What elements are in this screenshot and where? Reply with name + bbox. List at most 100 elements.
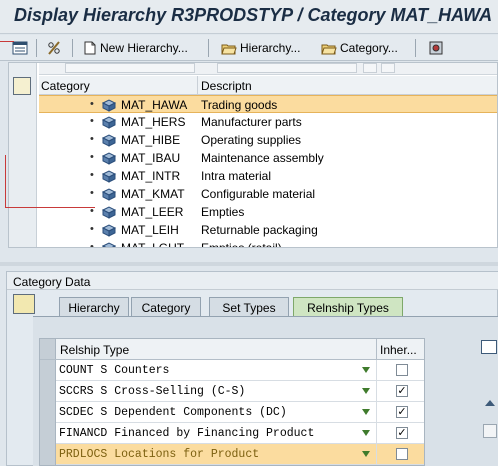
hierarchy-tree-panel: Category Descriptn • MAT_HAWA Trading good… [8, 62, 498, 248]
annotation-line [0, 41, 14, 42]
open-folder-icon [221, 44, 237, 54]
tree-header-strip [39, 63, 497, 75]
category-code: MAT_HIBE [121, 133, 181, 147]
table-row[interactable]: COUNT S Counters [40, 360, 424, 381]
table-row[interactable]: SCCRS S Cross-Selling (C-S) ✓ [40, 381, 424, 402]
column-layout-icon[interactable] [481, 340, 497, 354]
open-folder-icon [321, 44, 337, 54]
tree-bullet: • [90, 98, 94, 110]
row-selector[interactable] [40, 381, 56, 402]
category-code: MAT_KMAT [121, 187, 185, 201]
row-selector[interactable] [40, 360, 56, 381]
pencil-glasses-icon [48, 41, 60, 55]
tab-relnship-types[interactable]: Relnship Types [293, 297, 403, 317]
tree-row[interactable]: • MAT_HAWA Trading goods [39, 95, 497, 113]
category-cube-icon [101, 224, 117, 237]
tree-bullet: • [90, 169, 94, 181]
dropdown-arrow-icon[interactable] [362, 430, 370, 436]
tree-row[interactable]: • MAT_LGUT Empties (retail) [39, 239, 497, 248]
relship-type-value[interactable]: PRDLOCS Locations for Product [59, 448, 259, 461]
panel-splitter[interactable] [0, 262, 498, 266]
category-cube-icon [101, 99, 117, 112]
toolbar-separator [36, 39, 37, 57]
settings-gear-icon [429, 41, 443, 55]
inherited-checkbox[interactable]: ✓ [396, 385, 408, 397]
tree-row[interactable]: • MAT_KMAT Configurable material [39, 185, 497, 203]
edit-toggle-button[interactable] [46, 38, 64, 58]
category-description: Trading goods [201, 98, 278, 112]
toolbar-separator [415, 39, 416, 57]
relationship-types-table: Relship Type Inher... COUNT S Counters SC… [39, 338, 425, 466]
annotation-line [5, 207, 95, 208]
display-list-button[interactable] [12, 38, 28, 58]
table-row[interactable]: FINANCD Financed by Financing Product ✓ [40, 423, 424, 444]
category-code: MAT_LGUT [121, 241, 185, 248]
expand-tree-icon[interactable] [13, 77, 31, 95]
category-code: MAT_HAWA [121, 98, 188, 112]
scroll-up-icon[interactable] [485, 400, 495, 406]
row-selector[interactable] [40, 402, 56, 423]
toolbar-separator [72, 39, 73, 57]
relship-type-value[interactable]: FINANCD Financed by Financing Product [59, 427, 314, 440]
tab-set-types[interactable]: Set Types [209, 297, 289, 317]
category-column-header[interactable]: Category [41, 79, 90, 93]
new-hierarchy-label: New Hierarchy... [100, 41, 188, 55]
category-description: Intra material [201, 169, 272, 183]
tree-bullet: • [90, 223, 94, 235]
inherited-checkbox[interactable] [396, 364, 408, 376]
page-title: Display Hierarchy R3PRODSTYP / Category … [14, 5, 493, 25]
inherited-checkbox[interactable]: ✓ [396, 406, 408, 418]
description-column-header[interactable]: Descriptn [201, 79, 252, 93]
tab-hierarchy[interactable]: Hierarchy [59, 297, 129, 317]
tree-bullet: • [90, 133, 94, 145]
scrollbar-thumb[interactable] [483, 424, 497, 438]
detail-toggle-icon[interactable] [13, 294, 35, 314]
table-header: Relship Type Inher... [40, 339, 424, 360]
open-hierarchy-button[interactable]: Hierarchy... [221, 38, 300, 58]
table-row[interactable]: SCDEC S Dependent Components (DC) ✓ [40, 402, 424, 423]
tree-bullet: • [90, 115, 94, 127]
tree-row[interactable]: • MAT_LEIH Returnable packaging [39, 221, 497, 239]
tree-row[interactable]: • MAT_HIBE Operating supplies [39, 131, 497, 149]
new-hierarchy-button[interactable]: New Hierarchy... [84, 38, 188, 58]
tree-row[interactable]: • MAT_IBAU Maintenance assembly [39, 149, 497, 167]
category-description: Configurable material [201, 187, 316, 201]
table-side-tools [479, 340, 498, 460]
settings-button[interactable] [428, 38, 444, 58]
row-selector[interactable] [40, 423, 56, 444]
category-data-panel: Category Data Hierarchy Category Set Typ… [6, 271, 498, 466]
inherited-column-header[interactable]: Inher... [380, 343, 417, 357]
dropdown-arrow-icon[interactable] [362, 367, 370, 373]
row-selector[interactable] [40, 444, 56, 465]
tree-rows: • MAT_HAWA Trading goods • MAT_HERS Manufactu… [39, 95, 497, 248]
select-all-cell[interactable] [40, 339, 56, 359]
relship-type-value[interactable]: COUNT S Counters [59, 364, 169, 377]
tree-bullet: • [90, 151, 94, 163]
category-code: MAT_INTR [121, 169, 181, 183]
tree-row[interactable]: • MAT_INTR Intra material [39, 167, 497, 185]
inherited-checkbox[interactable]: ✓ [396, 427, 408, 439]
category-code: MAT_LEER [121, 205, 184, 219]
open-category-button[interactable]: Category... [321, 38, 398, 58]
table-body: COUNT S Counters SCCRS S Cross-Selling (C… [40, 360, 424, 465]
category-description: Manufacturer parts [201, 115, 302, 129]
application-toolbar: New Hierarchy... Hierarchy... Category..… [0, 35, 498, 61]
category-description: Maintenance assembly [201, 151, 324, 165]
relship-type-value[interactable]: SCDEC S Dependent Components (DC) [59, 406, 287, 419]
tab-category[interactable]: Category [131, 297, 201, 317]
table-row[interactable]: PRDLOCS Locations for Product [40, 444, 424, 465]
title-bar: Display Hierarchy R3PRODSTYP / Category … [0, 0, 498, 34]
tree-row[interactable]: • MAT_HERS Manufacturer parts [39, 113, 497, 131]
relship-type-column-header[interactable]: Relship Type [60, 343, 129, 357]
open-hierarchy-label: Hierarchy... [240, 41, 301, 55]
category-cube-icon [101, 116, 117, 129]
tree-row[interactable]: • MAT_LEER Empties [39, 203, 497, 221]
relship-type-value[interactable]: SCCRS S Cross-Selling (C-S) [59, 385, 245, 398]
inherited-checkbox[interactable] [396, 448, 408, 460]
dropdown-arrow-icon[interactable] [362, 388, 370, 394]
dropdown-arrow-icon[interactable] [362, 451, 370, 457]
dropdown-arrow-icon[interactable] [362, 409, 370, 415]
hidden-field [65, 63, 195, 73]
category-code: MAT_IBAU [121, 151, 181, 165]
open-category-label: Category... [340, 41, 398, 55]
